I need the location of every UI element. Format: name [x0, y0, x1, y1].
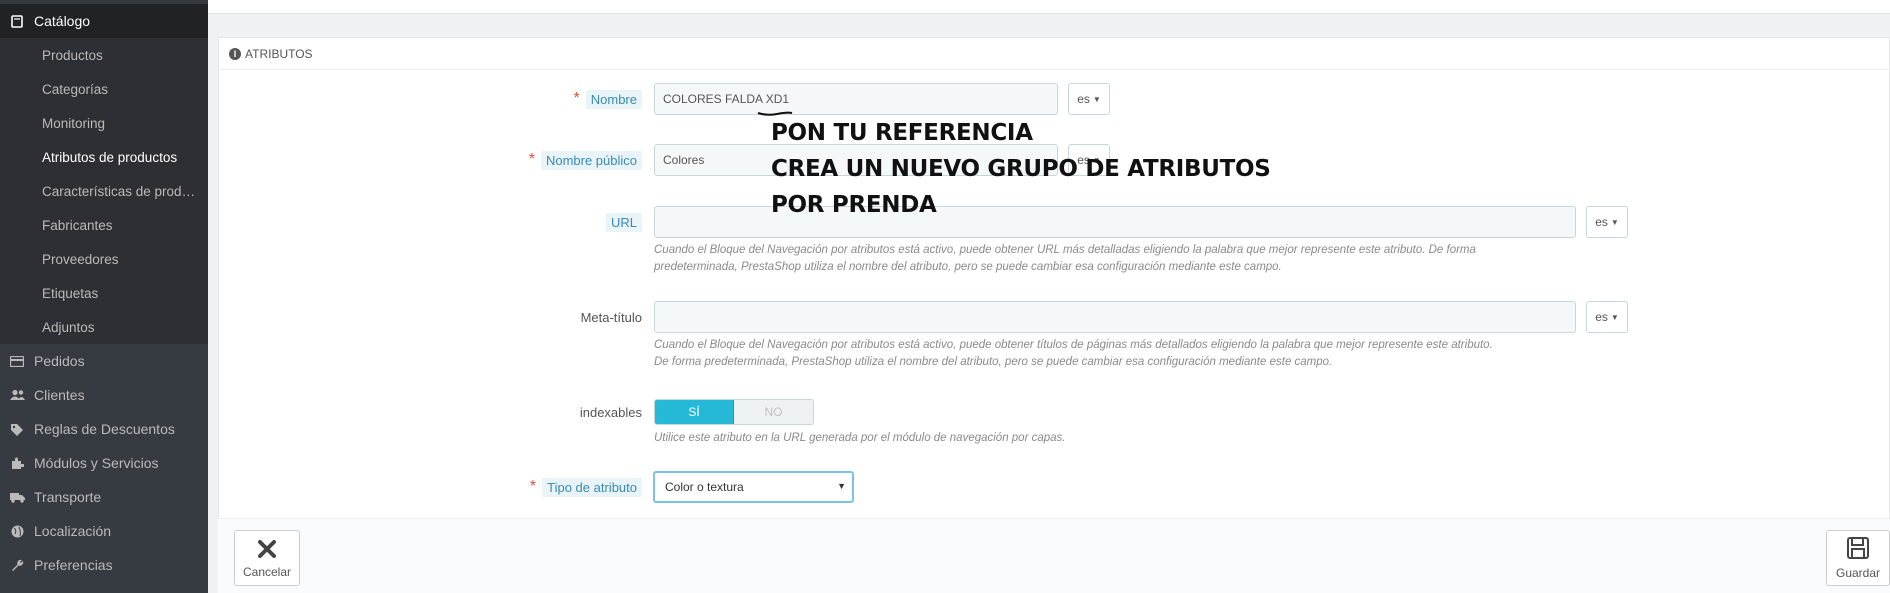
tipo-select[interactable]: Color o textura ▼ [653, 471, 854, 503]
meta-titulo-help-line-1: Cuando el Bloque del Navegación por atri… [654, 339, 1493, 351]
book-icon [0, 14, 34, 28]
lang-code: es [1595, 310, 1608, 324]
sidebar-subitem-label: Características de productos [42, 183, 202, 199]
indexables-label: indexables [420, 396, 642, 428]
sidebar-subitem-label: Fabricantes [42, 217, 113, 233]
sidebar-item-localizacion[interactable]: Localización [0, 514, 208, 548]
toggle-yes[interactable]: SÍ [655, 400, 734, 424]
save-button-label: Guardar [1835, 566, 1881, 580]
sidebar-item-label: Módulos y Servicios [34, 455, 159, 471]
truck-icon [0, 492, 34, 503]
meta-titulo-help-line-2: De forma predeterminada, PrestaShop util… [654, 356, 1333, 368]
sidebar-item-transporte[interactable]: Transporte [0, 480, 208, 514]
sidebar: Catálogo Productos Categorías Monitoring… [0, 0, 208, 593]
sidebar-subitem-productos[interactable]: Productos [0, 38, 208, 72]
required-asterisk: * [529, 478, 537, 495]
url-label: URL [420, 206, 642, 238]
annotation-line-1: PON TU REFERENCIA [771, 120, 1033, 146]
sidebar-item-reglas[interactable]: Reglas de Descuentos [0, 412, 208, 446]
sidebar-item-label: Transporte [34, 489, 102, 505]
caret-down-icon: ▼ [1610, 217, 1619, 227]
globe-icon [0, 525, 34, 538]
sidebar-item-label: Catálogo [34, 13, 91, 29]
url-lang-dropdown[interactable]: es ▼ [1586, 206, 1628, 238]
indexables-help: Utilice este atributo en la URL generada… [654, 432, 1066, 444]
sidebar-subitem-label: Etiquetas [42, 285, 99, 301]
indexables-toggle[interactable]: SÍ NO [654, 399, 814, 425]
cancel-button-label: Cancelar [242, 565, 292, 579]
panel-footer: Cancelar Guardar [218, 518, 1890, 593]
nombre-input[interactable]: COLORES FALDA XD1 [654, 83, 1058, 115]
wrench-icon [0, 559, 34, 572]
sidebar-subitem-label: Atributos de productos [42, 149, 178, 165]
puzzle-icon [0, 457, 34, 470]
sidebar-item-pedidos[interactable]: Pedidos [0, 344, 208, 378]
meta-titulo-label-text: Meta-título [580, 309, 642, 325]
required-asterisk: * [573, 90, 580, 107]
nombre-publico-label-text: Nombre público [540, 150, 642, 170]
sidebar-subitem-atributos[interactable]: Atributos de productos [0, 140, 208, 174]
select-arrow-icon: ▼ [837, 481, 846, 491]
tipo-select-value: Color o textura [665, 480, 744, 494]
credit-card-icon [0, 355, 34, 367]
sidebar-subitem-label: Productos [42, 47, 103, 63]
nombre-publico-input-value: Colores [663, 153, 705, 167]
url-help-line-2: predeterminada, PrestaShop utiliza el no… [654, 261, 1282, 273]
sidebar-item-catalogo[interactable]: Catálogo [0, 4, 208, 38]
sidebar-subitem-label: Categorías [42, 81, 109, 97]
sidebar-subitem-label: Monitoring [42, 115, 106, 131]
tipo-label: * Tipo de atributo [420, 471, 642, 503]
panel-heading: i ATRIBUTOS [219, 38, 1889, 70]
users-icon [0, 389, 34, 401]
sidebar-subitem-etiquetas[interactable]: Etiquetas [0, 276, 208, 310]
url-label-text: URL [605, 212, 642, 232]
nombre-label: * Nombre [420, 83, 642, 115]
sidebar-item-label: Preferencias [34, 557, 113, 573]
tipo-label-text: Tipo de atributo [542, 477, 642, 497]
sidebar-item-label: Reglas de Descuentos [34, 421, 175, 437]
toggle-no[interactable]: NO [734, 400, 813, 424]
sidebar-item-preferencias[interactable]: Preferencias [0, 548, 208, 582]
lang-code: es [1077, 92, 1090, 106]
tags-icon [0, 423, 34, 436]
annotation-line-3: POR PRENDA [771, 192, 937, 218]
sidebar-subitem-proveedores[interactable]: Proveedores [0, 242, 208, 276]
top-strip [208, 0, 1890, 14]
nombre-label-text: Nombre [585, 89, 642, 109]
caret-down-icon: ▼ [1610, 312, 1619, 322]
sidebar-item-label: Localización [34, 523, 112, 539]
nombre-publico-label: * Nombre público [420, 144, 642, 176]
sidebar-subitem-label: Adjuntos [42, 319, 95, 335]
caret-down-icon: ▼ [1092, 94, 1101, 104]
cancel-button[interactable]: Cancelar [234, 530, 300, 586]
underline-mark [757, 111, 793, 116]
meta-titulo-input[interactable] [654, 301, 1576, 333]
close-icon [257, 537, 277, 563]
floppy-disk-icon [1846, 536, 1870, 564]
meta-titulo-lang-dropdown[interactable]: es ▼ [1586, 301, 1628, 333]
sidebar-item-modulos[interactable]: Módulos y Servicios [0, 446, 208, 480]
nombre-lang-dropdown[interactable]: es ▼ [1068, 83, 1110, 115]
sidebar-item-label: Pedidos [34, 353, 85, 369]
save-button[interactable]: Guardar [1826, 530, 1890, 586]
url-help-line-1: Cuando el Bloque del Navegación por atri… [654, 244, 1476, 256]
required-asterisk: * [528, 151, 535, 168]
meta-titulo-label: Meta-título [420, 301, 642, 333]
annotation-line-2: CREA UN NUEVO GRUPO DE ATRIBUTOS [771, 156, 1271, 182]
sidebar-subitem-categorias[interactable]: Categorías [0, 72, 208, 106]
lang-code: es [1595, 215, 1608, 229]
sidebar-item-clientes[interactable]: Clientes [0, 378, 208, 412]
sidebar-subitem-monitoring[interactable]: Monitoring [0, 106, 208, 140]
info-icon: i [229, 47, 241, 60]
sidebar-subitem-fabricantes[interactable]: Fabricantes [0, 208, 208, 242]
indexables-label-text: indexables [579, 404, 642, 420]
nombre-input-value: COLORES FALDA XD1 [663, 92, 790, 106]
sidebar-subitem-label: Proveedores [42, 251, 119, 267]
panel-title: ATRIBUTOS [245, 46, 313, 61]
sidebar-item-label: Clientes [34, 387, 85, 403]
sidebar-subitem-adjuntos[interactable]: Adjuntos [0, 310, 208, 344]
sidebar-subitem-caracteristicas[interactable]: Características de productos [0, 174, 208, 208]
